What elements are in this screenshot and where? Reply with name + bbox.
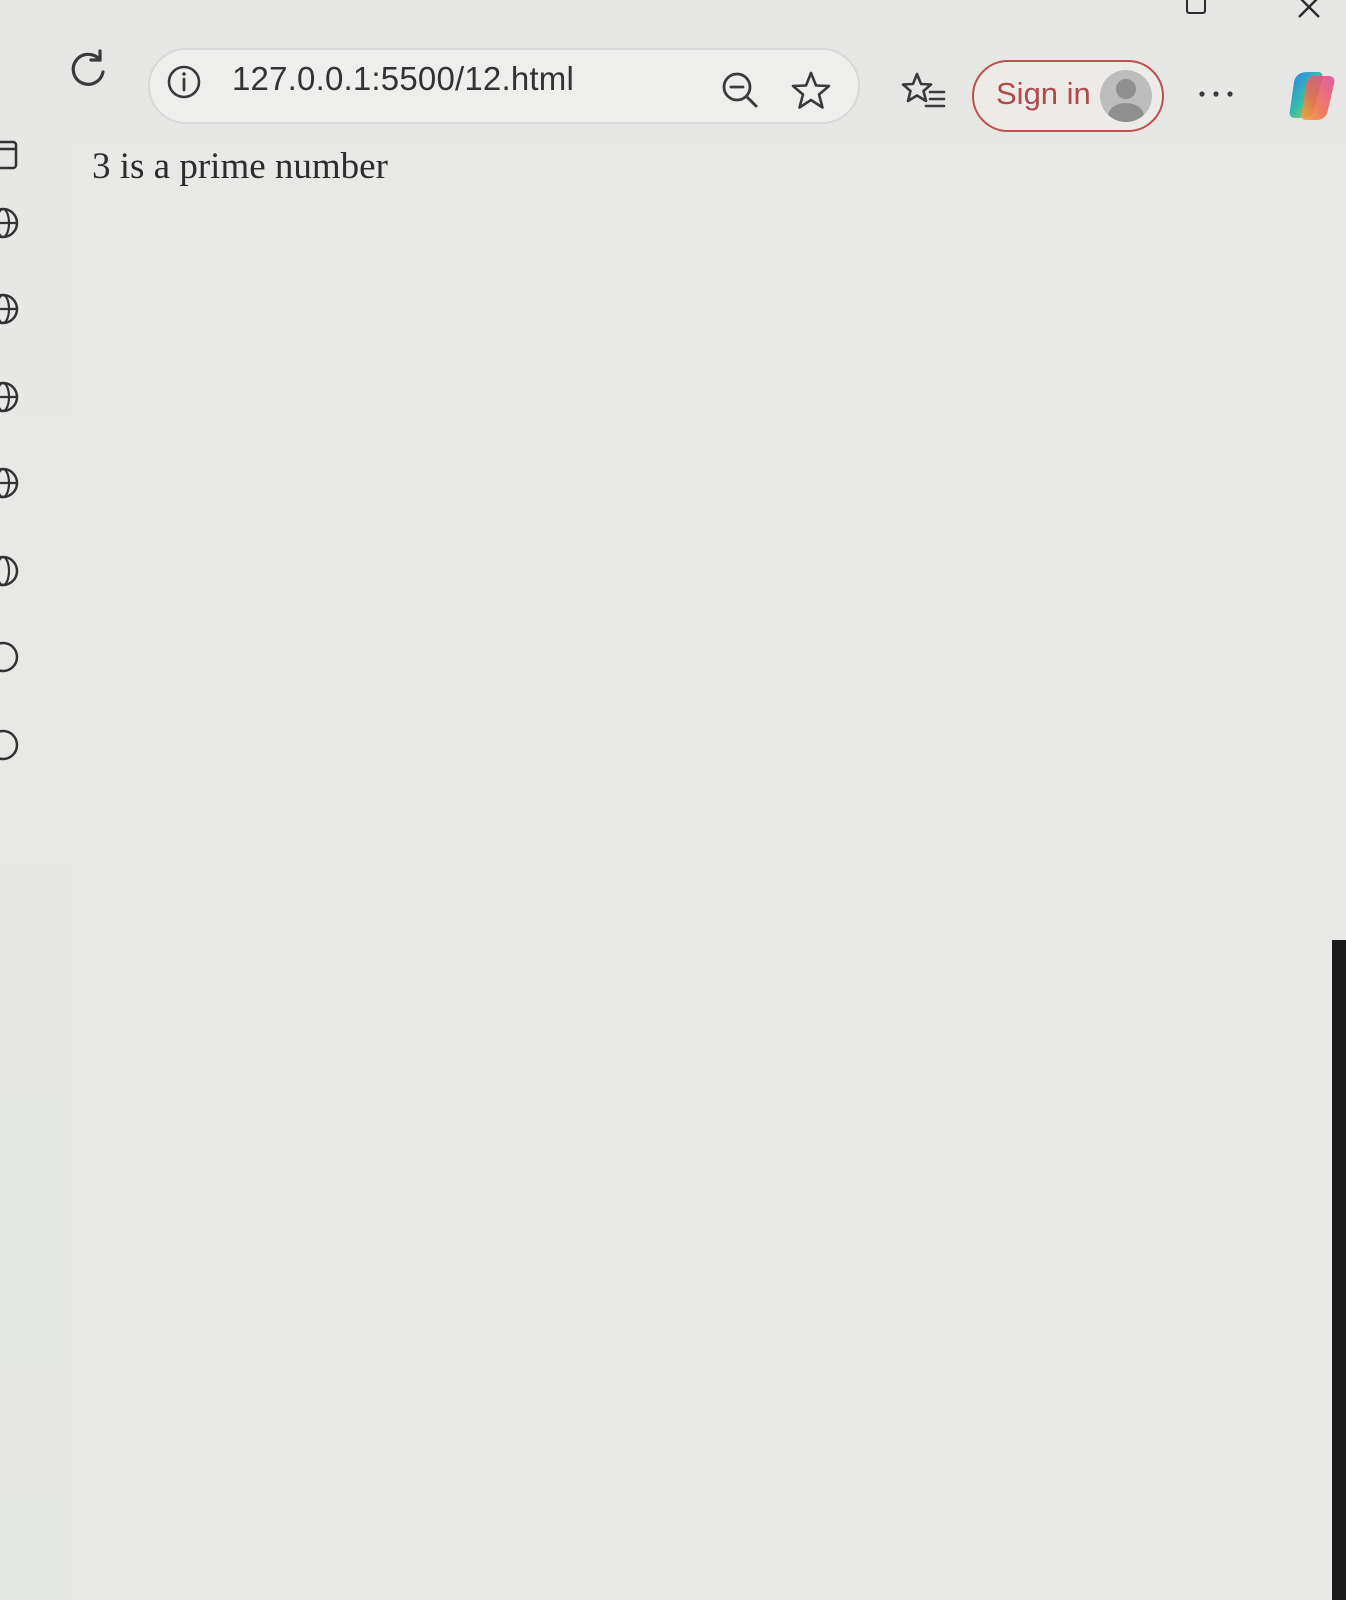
favorites-icon[interactable] <box>900 70 946 112</box>
tab-globe-icon[interactable] <box>0 206 20 240</box>
browser-window: 127.0.0.1:5500/12.html Sign in 3 is a pr… <box>0 0 1346 1600</box>
more-icon[interactable] <box>1196 84 1236 104</box>
page-output-text: 3 is a prime number <box>92 146 388 187</box>
vertical-tab-strip <box>0 130 30 830</box>
zoom-out-icon[interactable] <box>720 70 760 110</box>
tab-globe-icon[interactable] <box>0 292 20 326</box>
reload-icon[interactable] <box>66 48 110 92</box>
page-content: 3 is a prime number <box>72 145 1346 1600</box>
address-bar[interactable]: 127.0.0.1:5500/12.html <box>148 48 860 124</box>
avatar-icon <box>1100 70 1152 122</box>
tab-globe-icon[interactable] <box>0 728 20 762</box>
close-icon[interactable] <box>1296 0 1322 22</box>
url-text[interactable]: 127.0.0.1:5500/12.html <box>232 60 574 98</box>
tab-globe-icon[interactable] <box>0 466 20 500</box>
tab-globe-icon[interactable] <box>0 380 20 414</box>
sign-in-button[interactable]: Sign in <box>972 60 1164 132</box>
star-icon[interactable] <box>790 70 832 112</box>
screen-bezel-edge <box>1332 940 1346 1600</box>
sign-in-label: Sign in <box>996 76 1091 111</box>
window-controls <box>1006 0 1346 30</box>
browser-toolbar: 127.0.0.1:5500/12.html Sign in <box>0 40 1346 140</box>
copilot-icon[interactable] <box>1284 68 1340 124</box>
maximize-icon[interactable] <box>1186 0 1206 14</box>
tab-page-icon[interactable] <box>0 138 20 172</box>
info-icon[interactable] <box>166 64 202 100</box>
tab-globe-icon[interactable] <box>0 640 20 674</box>
tab-globe-icon[interactable] <box>0 554 20 588</box>
